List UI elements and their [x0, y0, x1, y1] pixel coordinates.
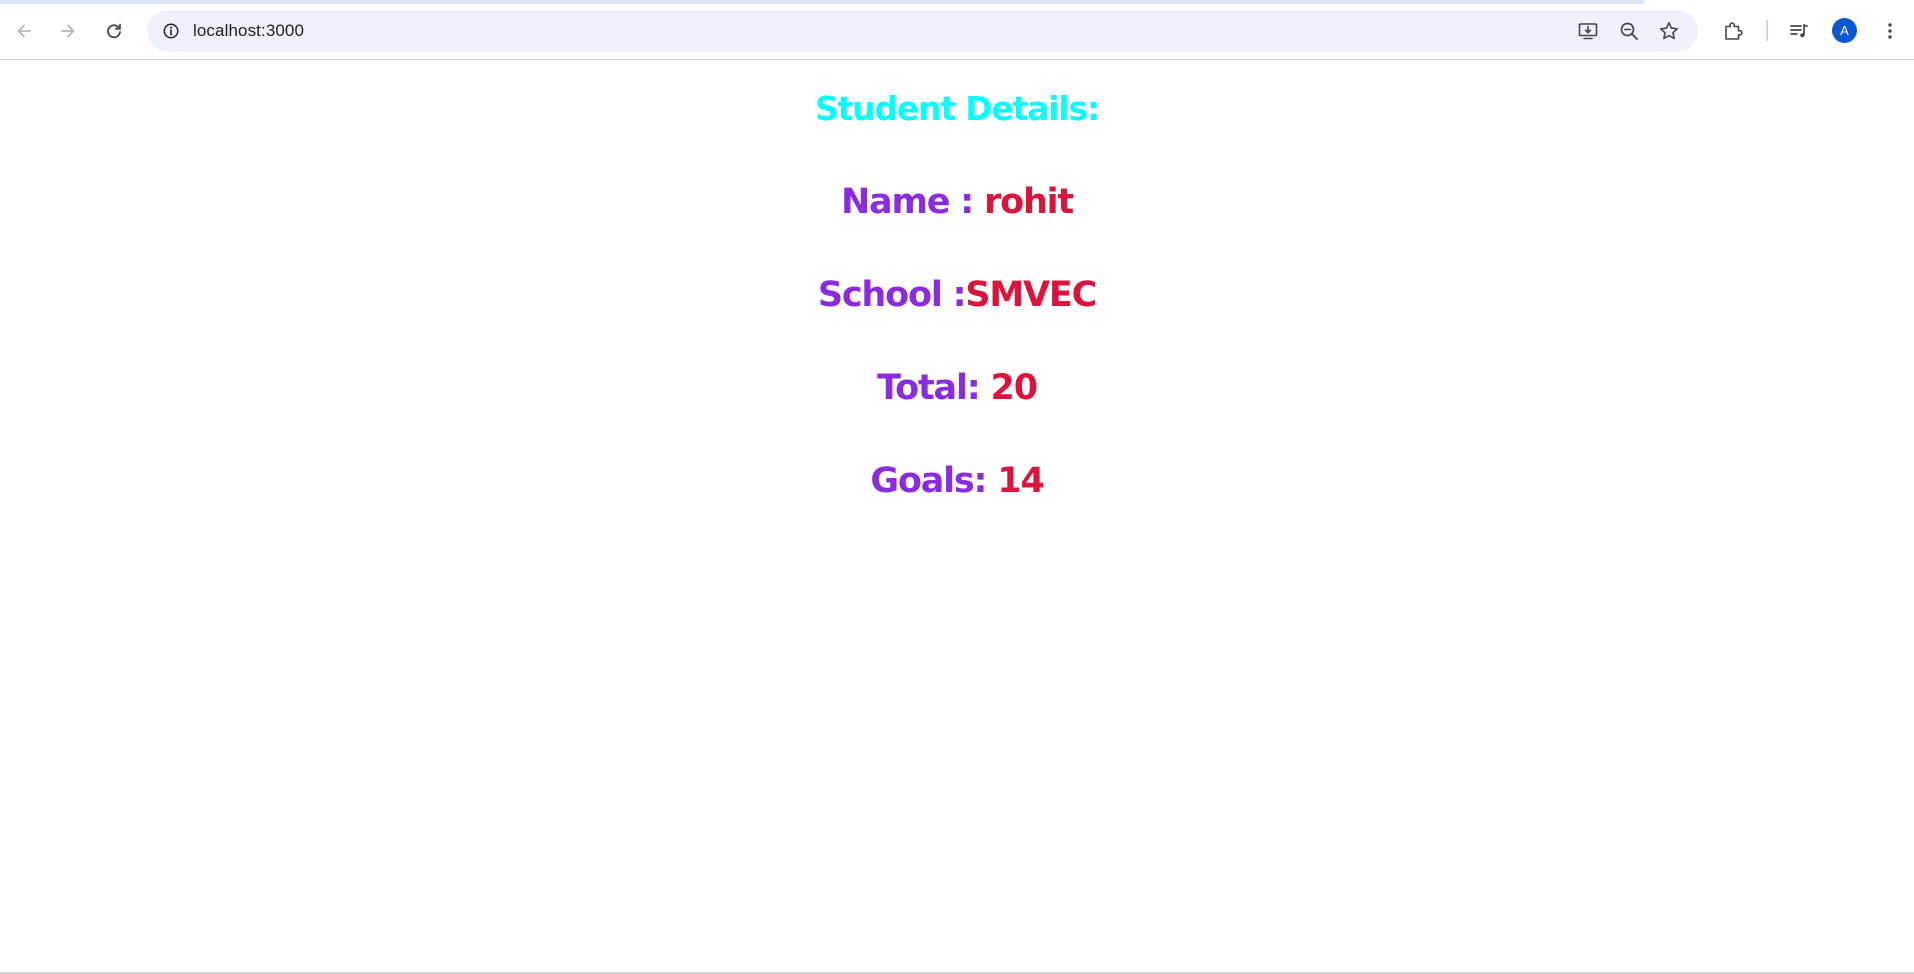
extensions-button[interactable]: [1719, 17, 1747, 45]
reload-button[interactable]: [96, 13, 132, 49]
more-vertical-icon: [1888, 23, 1892, 39]
tab-strip-accent: [0, 0, 1914, 4]
detail-label: Name :: [840, 182, 985, 222]
browser-menu-button[interactable]: [1876, 17, 1904, 45]
install-desktop-icon: [1578, 23, 1598, 40]
toolbar-divider: [1766, 20, 1768, 41]
back-button[interactable]: [6, 13, 42, 49]
info-icon: [163, 23, 179, 39]
detail-row-total: Total: 20: [0, 368, 1914, 408]
media-controls-button[interactable]: [1785, 17, 1813, 45]
detail-value: 20: [990, 368, 1039, 408]
address-bar[interactable]: localhost:3000: [147, 10, 1698, 52]
playlist-icon: [1790, 24, 1808, 38]
bookmark-button[interactable]: [1655, 17, 1683, 45]
detail-row-goals: Goals: 14: [0, 461, 1914, 501]
detail-label: Goals:: [870, 461, 998, 501]
detail-value: 14: [997, 461, 1045, 501]
arrow-right-icon: [61, 24, 75, 38]
detail-value: SMVEC: [965, 275, 1097, 315]
page-content: Student Details: Name : rohit School :SM…: [0, 61, 1914, 973]
puzzle-icon: [1725, 22, 1743, 40]
detail-label: School :: [817, 275, 967, 315]
browser-toolbar: localhost:3000 A: [0, 0, 1914, 60]
zoom-button[interactable]: [1615, 17, 1643, 45]
zoom-out-icon: [1620, 22, 1638, 40]
profile-avatar[interactable]: A: [1832, 18, 1857, 43]
reload-icon: [107, 23, 121, 39]
detail-row-name: Name : rohit: [0, 182, 1914, 222]
star-icon: [1660, 22, 1678, 40]
site-info-button[interactable]: [157, 17, 185, 45]
page-title: Student Details:: [815, 89, 1100, 128]
install-app-button[interactable]: [1574, 17, 1602, 45]
detail-value: rohit: [984, 182, 1074, 222]
arrow-left-icon: [17, 24, 31, 38]
url-text[interactable]: localhost:3000: [193, 21, 304, 41]
detail-row-school: School :SMVEC: [0, 275, 1914, 315]
detail-label: Total:: [877, 368, 991, 408]
forward-button[interactable]: [50, 13, 86, 49]
